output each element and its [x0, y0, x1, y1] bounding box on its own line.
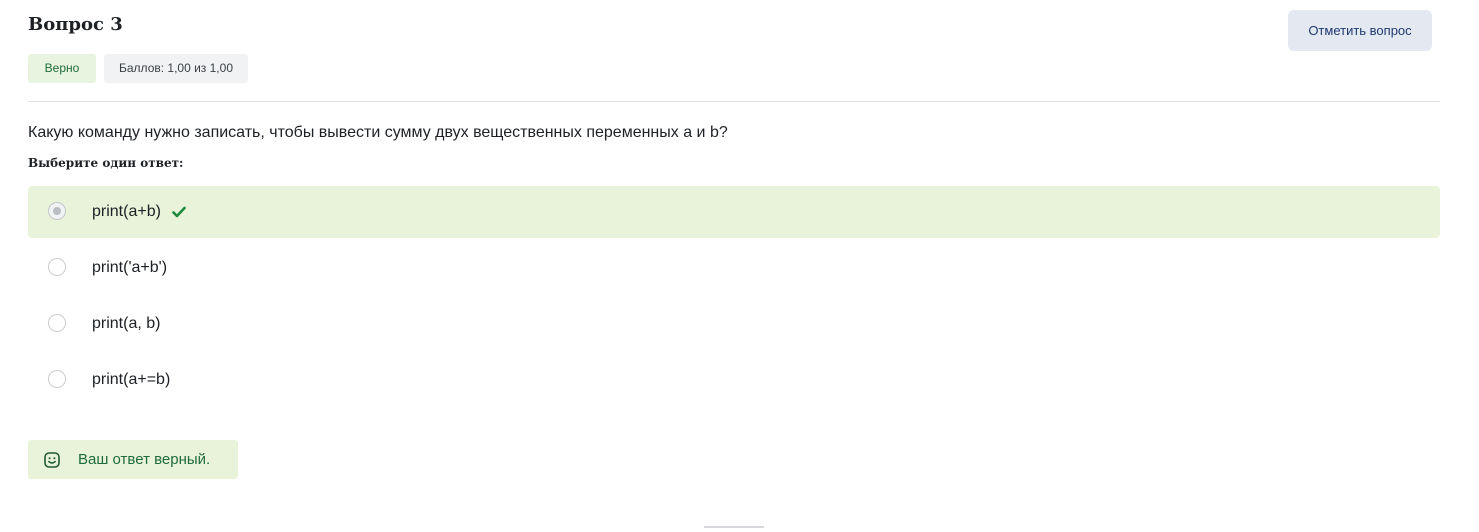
- feedback-box: Ваш ответ верный.: [28, 440, 238, 479]
- scroll-indicator: [704, 526, 764, 528]
- question-title: Вопрос 3: [28, 14, 123, 35]
- divider: [28, 101, 1440, 102]
- feedback-text: Ваш ответ верный.: [78, 451, 211, 468]
- radio-button[interactable]: [48, 314, 66, 332]
- radio-button[interactable]: [48, 202, 66, 220]
- answer-prompt: Выберите один ответ:: [28, 156, 184, 170]
- answer-label: print(a+b): [92, 203, 161, 220]
- answer-option-2[interactable]: print('a+b'): [28, 242, 1440, 294]
- answer-label: print('a+b'): [92, 259, 168, 276]
- status-badge: Верно: [28, 54, 96, 83]
- question-page: Вопрос 3 Отметить вопрос Верно Баллов: 1…: [0, 0, 1479, 532]
- answer-label: print(a, b): [92, 315, 161, 332]
- check-icon: [172, 206, 186, 218]
- grade-badge: Баллов: 1,00 из 1,00: [104, 54, 248, 83]
- flag-question-button[interactable]: Отметить вопрос: [1288, 10, 1432, 51]
- answer-label: print(a+=b): [92, 371, 171, 388]
- answer-option-4[interactable]: print(a+=b): [28, 354, 1440, 406]
- smile-icon: [44, 452, 60, 468]
- radio-button[interactable]: [48, 370, 66, 388]
- question-text: Какую команду нужно записать, чтобы выве…: [28, 124, 728, 141]
- answer-option-1[interactable]: print(a+b): [28, 186, 1440, 238]
- radio-button[interactable]: [48, 258, 66, 276]
- answer-option-3[interactable]: print(a, b): [28, 298, 1440, 350]
